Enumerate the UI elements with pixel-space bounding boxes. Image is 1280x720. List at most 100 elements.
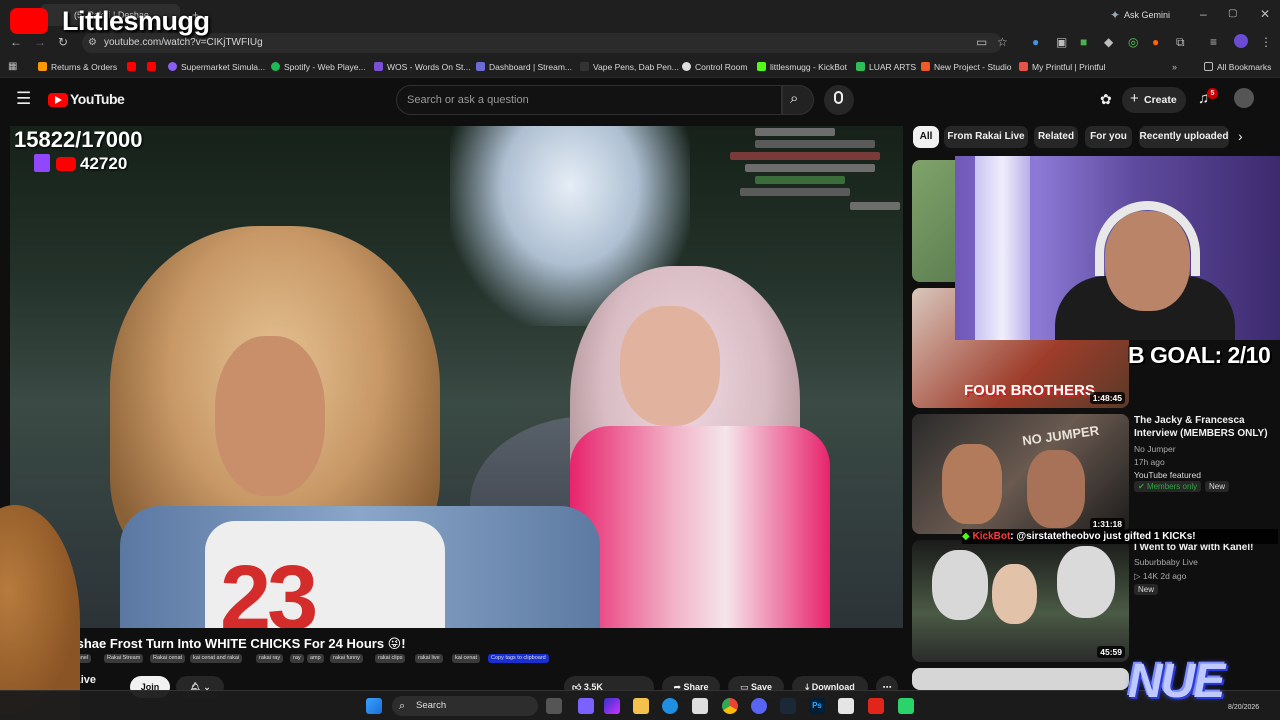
- extension-icon-4[interactable]: ◆: [1104, 35, 1113, 49]
- gemini-icon: ✦: [1110, 8, 1121, 22]
- chip-recently-uploaded[interactable]: Recently uploaded: [1139, 126, 1229, 148]
- cast-icon[interactable]: ▭: [976, 35, 987, 49]
- video-tag[interactable]: kai cenat: [452, 654, 481, 663]
- hamburger-menu-icon[interactable]: ☰: [16, 89, 31, 109]
- video-tag[interactable]: rakai funny: [330, 654, 363, 663]
- browser-menu-icon[interactable]: ⋮: [1260, 35, 1272, 49]
- video-tag[interactable]: rakai ray: [256, 654, 284, 663]
- recommended-thumbnail-4[interactable]: 45:59: [912, 540, 1129, 662]
- notepad-icon[interactable]: [838, 698, 854, 714]
- chip-all[interactable]: All: [913, 126, 939, 148]
- extension-icon-6[interactable]: ●: [1152, 35, 1159, 49]
- windows-start-icon[interactable]: [366, 698, 382, 714]
- copilot-icon[interactable]: [578, 698, 594, 714]
- recommended-channel[interactable]: No Jumper: [1134, 444, 1176, 454]
- bookmark-control-room[interactable]: Control Room: [682, 59, 747, 75]
- ask-gemini-button[interactable]: Ask Gemini: [1124, 8, 1170, 22]
- taskbar-search[interactable]: ⌕ Search: [392, 696, 538, 716]
- bookmark-youtube-1[interactable]: [127, 59, 140, 75]
- search-button[interactable]: ⌕: [782, 85, 814, 115]
- youtube-logo-text[interactable]: YouTube: [70, 91, 125, 107]
- maximize-icon[interactable]: ▢: [1228, 7, 1237, 21]
- no-jumper-thumb-text: NO JUMPER: [1021, 422, 1100, 449]
- account-avatar[interactable]: [1234, 88, 1254, 108]
- voice-search-button[interactable]: [824, 85, 854, 115]
- bookmark-youtube-2[interactable]: [147, 59, 160, 75]
- chrome-icon[interactable]: [722, 698, 738, 714]
- bookmark-printful[interactable]: My Printful | Printful: [1019, 59, 1106, 75]
- bookmark-supermarket[interactable]: Supermarket Simula...: [168, 59, 265, 75]
- file-explorer-icon[interactable]: [633, 698, 649, 714]
- adobe-icon[interactable]: [868, 698, 884, 714]
- copilot-app-icon[interactable]: [604, 698, 620, 714]
- extension-icon-3[interactable]: ■: [1080, 35, 1087, 49]
- folder-icon: [1204, 62, 1213, 71]
- video-tag[interactable]: rakai live: [415, 654, 443, 663]
- bookmark-new-project[interactable]: New Project - Studio: [921, 59, 1011, 75]
- reading-list-icon[interactable]: ≡: [1210, 35, 1217, 49]
- extension-icon-2[interactable]: ▣: [1056, 35, 1067, 49]
- more-bookmarks-icon[interactable]: »: [1172, 60, 1177, 74]
- site-info-icon[interactable]: ⚙: [88, 36, 97, 50]
- bookmark-vape[interactable]: Vape Pens, Dab Pen...: [580, 59, 679, 75]
- bookmark-dashboard[interactable]: Dashboard | Stream...: [476, 59, 572, 75]
- video-tag[interactable]: rakai clips: [375, 654, 406, 663]
- bookmark-star-icon[interactable]: ☆: [997, 35, 1008, 49]
- amazon-icon: [38, 62, 47, 71]
- chips-next-icon[interactable]: ›: [1238, 128, 1243, 144]
- video-tag[interactable]: ray: [290, 654, 304, 663]
- youtube-logo-icon[interactable]: [48, 93, 68, 107]
- close-window-icon[interactable]: ✕: [1260, 7, 1270, 21]
- store-icon[interactable]: [692, 698, 708, 714]
- bookmark-luar[interactable]: LUAR ARTS: [856, 59, 916, 75]
- recommended-age: 17h ago: [1134, 457, 1165, 467]
- task-view-icon[interactable]: [546, 698, 562, 714]
- url-field[interactable]: ⚙ youtube.com/watch?v=CIKjTWFIUg: [82, 33, 1002, 53]
- minimize-icon[interactable]: –: [1200, 7, 1207, 21]
- video-player[interactable]: 23: [10, 126, 903, 628]
- all-bookmarks[interactable]: All Bookmarks: [1204, 59, 1271, 75]
- twitch-icon: [34, 154, 50, 172]
- video-tag[interactable]: amp: [307, 654, 324, 663]
- apps-grid-icon[interactable]: ▦: [8, 60, 17, 74]
- chat-overlay-line: [745, 164, 875, 172]
- recommended-thumbnail-3[interactable]: NO JUMPER 1:31:18: [912, 414, 1129, 534]
- chip-related[interactable]: Related: [1034, 126, 1078, 148]
- video-tag[interactable]: Rakai Stream: [104, 654, 144, 663]
- create-button[interactable]: + Create: [1122, 87, 1186, 113]
- reload-icon[interactable]: ↻: [58, 35, 68, 49]
- extension-icon-1[interactable]: ●: [1032, 35, 1039, 49]
- video-tag[interactable]: kai cenat and rakai: [190, 654, 243, 663]
- video-duration: 1:48:45: [1089, 392, 1125, 404]
- recommended-thumbnail-5[interactable]: [912, 668, 1129, 690]
- edge-icon[interactable]: [662, 698, 678, 714]
- back-icon[interactable]: ←: [10, 35, 22, 49]
- video-tag[interactable]: Rakai cenat: [150, 654, 186, 663]
- kick-alert-bar: ◆ KickBot: @sirstatetheobvo just gifted …: [962, 529, 1278, 544]
- thumb-person-2: [1027, 450, 1085, 528]
- search-input[interactable]: Search or ask a question: [396, 85, 782, 115]
- new-badge: New: [1134, 584, 1159, 595]
- profile-avatar[interactable]: [1234, 34, 1248, 48]
- discord-icon[interactable]: [751, 698, 767, 714]
- bookmark-kickbot[interactable]: littlesmugg - KickBot: [757, 59, 847, 75]
- steam-icon[interactable]: [780, 698, 796, 714]
- youtube-mini-icon: [56, 157, 76, 171]
- bookmark-returns[interactable]: Returns & Orders: [38, 59, 117, 75]
- copy-tags-button[interactable]: Copy tags to clipboard: [488, 654, 549, 663]
- cast-to-tv-icon[interactable]: ✿: [1100, 91, 1112, 108]
- recommended-channel[interactable]: Suburbbaby Live: [1134, 557, 1198, 567]
- extension-icon-5[interactable]: ◎: [1128, 35, 1138, 49]
- new-badge: New: [1205, 481, 1230, 492]
- forward-icon[interactable]: →: [34, 35, 46, 49]
- extensions-puzzle-icon[interactable]: ⧉: [1176, 35, 1185, 49]
- chip-from-rakai-live[interactable]: From Rakai Live: [944, 126, 1028, 148]
- chip-for-you[interactable]: For you: [1085, 126, 1132, 148]
- photoshop-icon[interactable]: Ps: [809, 698, 825, 714]
- plus-icon: +: [1130, 90, 1139, 107]
- app-icon[interactable]: [898, 698, 914, 714]
- bookmark-spotify[interactable]: Spotify - Web Playe...: [271, 59, 366, 75]
- recommended-title[interactable]: The Jacky & Francesca Interview (MEMBERS…: [1134, 414, 1274, 440]
- thumb-person-2: [992, 564, 1037, 624]
- bookmark-wos[interactable]: WOS - Words On St...: [374, 59, 470, 75]
